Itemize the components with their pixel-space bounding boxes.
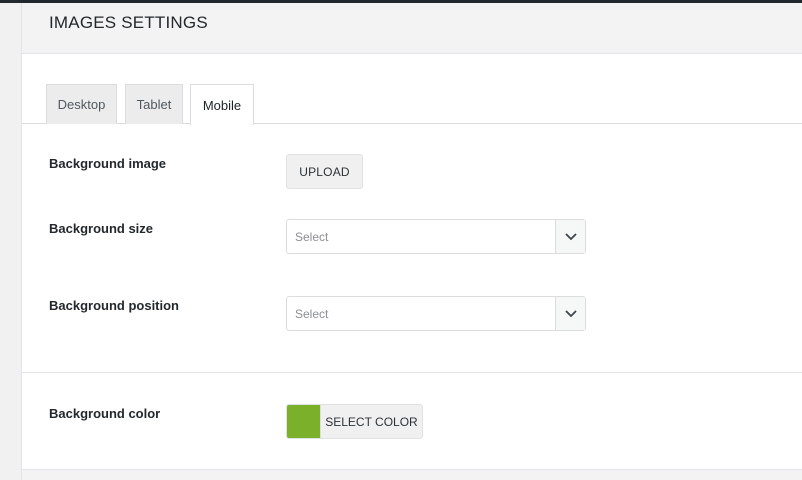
background-size-placeholder: Select <box>295 230 329 244</box>
panel-header: IMAGES SETTINGS <box>22 3 802 54</box>
background-image-label: Background image <box>49 156 167 171</box>
panel-footer-strip <box>22 469 802 480</box>
background-position-select[interactable]: Select <box>286 296 586 331</box>
tab-desktop[interactable]: Desktop <box>46 84 117 124</box>
tab-tablet[interactable]: Tablet <box>125 84 183 124</box>
panel-title: IMAGES SETTINGS <box>49 13 208 32</box>
background-position-dropdown-toggle[interactable] <box>555 297 585 330</box>
select-color-button[interactable]: SELECT COLOR <box>286 404 423 439</box>
chevron-down-icon <box>564 309 577 317</box>
color-swatch[interactable] <box>287 405 321 438</box>
background-size-select[interactable]: Select <box>286 219 586 254</box>
background-size-dropdown-toggle[interactable] <box>555 220 585 253</box>
chevron-down-icon <box>564 232 577 240</box>
background-color-label: Background color <box>49 406 161 421</box>
images-settings-panel: IMAGES SETTINGS Desktop Tablet Mobile Ba… <box>21 3 802 480</box>
background-position-placeholder: Select <box>295 307 329 321</box>
background-size-label: Background size <box>49 221 154 236</box>
background-position-label: Background position <box>49 298 179 313</box>
tab-mobile[interactable]: Mobile <box>190 84 254 125</box>
section-divider <box>22 372 802 373</box>
device-tabs: Desktop Tablet Mobile <box>22 84 802 125</box>
select-color-label: SELECT COLOR <box>325 414 418 429</box>
left-rail <box>0 3 21 480</box>
upload-button[interactable]: UPLOAD <box>286 154 363 189</box>
